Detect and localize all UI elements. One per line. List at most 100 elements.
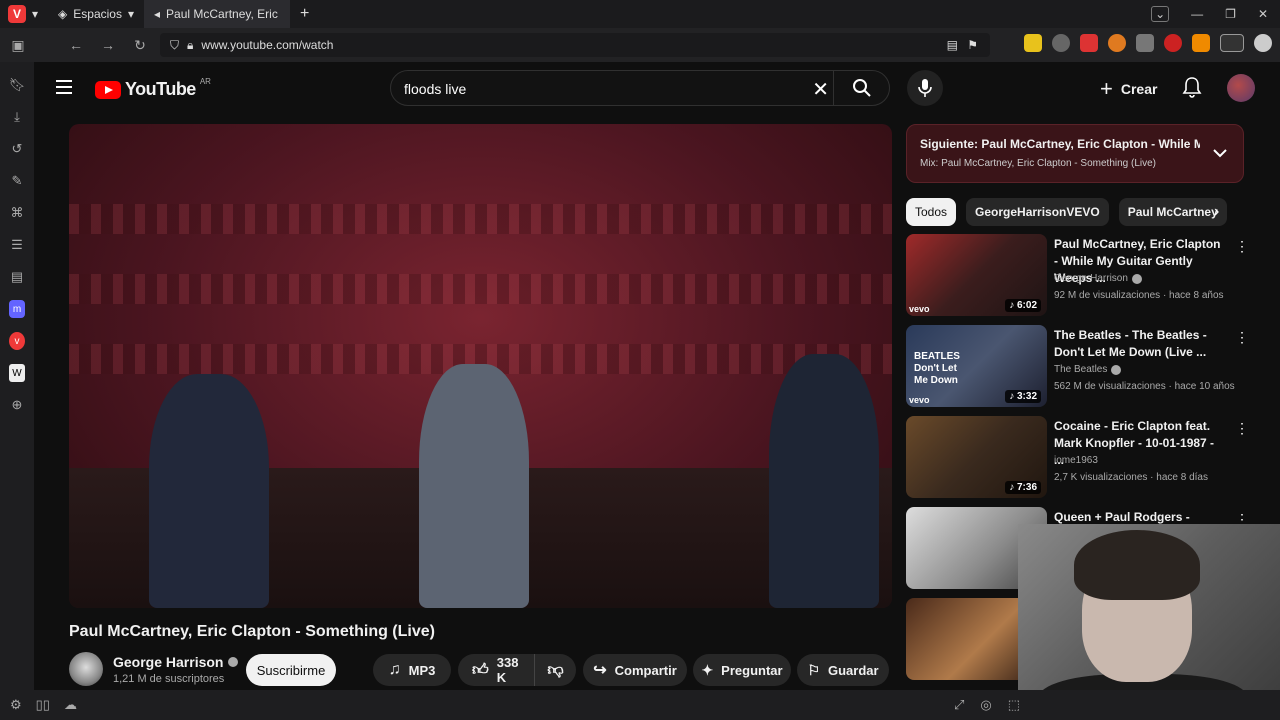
sync-cloud-icon[interactable]: ☁ xyxy=(64,697,77,713)
vivaldi-panel-icon[interactable]: v xyxy=(9,332,25,350)
save-button[interactable]: ⚐ Guardar xyxy=(797,654,889,686)
back-icon[interactable]: ← xyxy=(60,37,92,53)
recommendation-channel[interactable]: iome1963 xyxy=(1054,455,1098,466)
video-thumbnail[interactable]: ♪ 7:36 xyxy=(906,416,1047,498)
voice-search-button[interactable] xyxy=(907,70,943,106)
address-field[interactable]: ⛉ 🔒︎ www.youtube.com/watch ▤ ⚑ xyxy=(160,33,990,57)
up-next-subtitle: Mix: Paul McCartney, Eric Clapton - Some… xyxy=(920,158,1157,169)
resize-icon[interactable]: ⤢ xyxy=(954,697,964,713)
extension-play-icon[interactable] xyxy=(1192,34,1210,52)
record-icon[interactable] xyxy=(1164,34,1182,52)
history-panel-icon[interactable]: ↺ xyxy=(9,140,25,158)
extension-red-icon[interactable] xyxy=(1080,34,1098,52)
share-button[interactable]: ↪ Compartir xyxy=(583,654,687,686)
recommendation-item[interactable]: vevo ♪ 6:02 Paul McCartney, Eric Clapton… xyxy=(906,234,1276,318)
panel-toggle-icon[interactable]: ▣ xyxy=(2,37,34,54)
recommendation-channel[interactable]: The Beatles xyxy=(1054,364,1122,375)
search-box[interactable]: floods live ✕ xyxy=(390,70,890,106)
mastodon-icon[interactable]: m xyxy=(9,300,25,318)
like-button[interactable]: 👍︎ 338 K xyxy=(458,654,534,686)
more-options-icon[interactable]: ⋮ xyxy=(1235,420,1249,437)
translate-panel-icon[interactable]: ⌘ xyxy=(9,204,25,222)
extension-orange-icon[interactable] xyxy=(1108,34,1126,52)
downloads-panel-icon[interactable]: ⤓ xyxy=(9,108,25,126)
chip-todos[interactable]: Todos xyxy=(906,198,957,226)
recommendation-channel-text[interactable]: The Beatles xyxy=(1054,364,1107,375)
chip-georgeharrisonvevo[interactable]: GeorgeHarrisonVEVO xyxy=(966,198,1109,226)
more-options-icon[interactable]: ⋮ xyxy=(1235,238,1249,255)
new-tab-button[interactable]: + xyxy=(290,0,319,28)
channel-name[interactable]: George Harrison xyxy=(113,654,239,670)
browser-tab-strip: V ▾ ◈ Espacios ▾ ◂ Paul McCartney, Eric … xyxy=(0,0,1280,28)
url-text[interactable]: www.youtube.com/watch xyxy=(201,38,333,52)
bookmarks-panel-icon[interactable]: 🔖︎ xyxy=(9,76,26,94)
recommendation-channel-text[interactable]: iome1963 xyxy=(1054,455,1098,466)
channel-name-text[interactable]: George Harrison xyxy=(113,654,223,670)
address-toolbar: ▣ ← → ↻ ⛉ 🔒︎ www.youtube.com/watch ▤ ⚑ xyxy=(0,28,1280,62)
up-next-panel[interactable]: Siguiente: Paul McCartney, Eric Clapton … xyxy=(906,124,1244,183)
video-thumbnail[interactable]: vevo ♪ 6:02 xyxy=(906,234,1047,316)
clear-search-icon[interactable]: ✕ xyxy=(812,77,829,102)
chips-next-icon[interactable]: › xyxy=(1214,203,1219,221)
subscribe-button[interactable]: Suscribirme xyxy=(246,654,336,686)
notes-panel-icon[interactable]: ✎ xyxy=(9,172,25,190)
profile-icon[interactable] xyxy=(1254,34,1272,52)
close-window-icon[interactable]: ✕ xyxy=(1258,7,1268,21)
dislike-button[interactable]: 👎︎ xyxy=(534,654,576,686)
workspaces-label[interactable]: Espacios xyxy=(73,7,122,21)
recommendation-item[interactable]: ♪ 7:36 Cocaine - Eric Clapton feat. Mark… xyxy=(906,416,1276,500)
channel-avatar[interactable] xyxy=(69,652,103,686)
video-thumbnail[interactable]: BEATLES Don't Let Me Down vevo ♪ 3:32 xyxy=(906,325,1047,407)
wikipedia-icon[interactable]: W xyxy=(9,364,25,382)
capture-icon[interactable]: ◎ xyxy=(980,697,991,713)
mp3-label: MP3 xyxy=(408,662,436,678)
extension-eye-icon[interactable] xyxy=(1052,34,1070,52)
workspaces-icon: ◈ xyxy=(58,7,68,21)
browser-tab-active[interactable]: ◂ Paul McCartney, Eric Clapton xyxy=(144,0,290,28)
workspaces[interactable]: V ▾ ◈ Espacios ▾ xyxy=(0,0,134,28)
bookmark-icon[interactable]: ⚑ xyxy=(967,38,978,52)
recommendation-item[interactable]: BEATLES Don't Let Me Down vevo ♪ 3:32 The … xyxy=(906,325,1276,409)
search-input[interactable]: floods live xyxy=(404,81,466,97)
extension-yellow-icon[interactable] xyxy=(1024,34,1042,52)
ask-button[interactable]: ✦ Preguntar xyxy=(693,654,791,686)
like-count: 338 K xyxy=(496,655,519,685)
page-actions-icon[interactable]: ⬚ xyxy=(1008,697,1020,713)
recommendation-title[interactable]: The Beatles - The Beatles - Don't Let Me… xyxy=(1054,327,1226,361)
add-panel-icon[interactable]: ⊕ xyxy=(9,396,25,414)
create-button[interactable]: + Crear xyxy=(1100,76,1157,102)
tiling-icon[interactable]: ▯▯ xyxy=(36,697,50,713)
up-next-title[interactable]: Siguiente: Paul McCartney, Eric Clapton … xyxy=(920,137,1200,151)
forward-icon[interactable]: → xyxy=(92,37,124,53)
more-options-icon[interactable]: ⋮ xyxy=(1235,329,1249,346)
music-note-icon: ♪ xyxy=(1009,391,1015,402)
vpn-icon[interactable] xyxy=(1220,34,1244,52)
video-player[interactable] xyxy=(69,124,892,608)
youtube-logo[interactable]: YouTube AR xyxy=(95,77,211,100)
guide-menu-icon[interactable] xyxy=(56,80,72,94)
restore-icon[interactable]: ❐ xyxy=(1225,7,1236,21)
settings-icon[interactable]: ⚙ xyxy=(10,697,22,713)
thumbs-down-icon: 👎︎ xyxy=(547,661,564,679)
reading-list-icon[interactable]: ☰ xyxy=(9,236,25,254)
workspaces-chevron-icon[interactable]: ▾ xyxy=(128,7,134,21)
site-info-icon[interactable]: ⛉ xyxy=(170,38,179,53)
bell-icon xyxy=(1182,77,1202,98)
notifications-button[interactable] xyxy=(1182,76,1202,103)
reader-icon[interactable]: ▤ xyxy=(947,38,958,52)
account-avatar[interactable] xyxy=(1227,74,1255,102)
tabs-dropdown-icon[interactable]: ⌄ xyxy=(1151,6,1170,22)
mp3-button[interactable]: ♫ MP3 xyxy=(373,654,451,686)
minimize-icon[interactable]: — xyxy=(1191,7,1203,21)
mail-panel-icon[interactable]: ▤ xyxy=(9,268,25,286)
video-frame-musician xyxy=(769,354,879,608)
menu-chevron-icon[interactable]: ▾ xyxy=(32,7,38,21)
extension-gray-icon[interactable] xyxy=(1136,34,1154,52)
recommendation-channel[interactable]: George Harrison xyxy=(1054,273,1142,284)
vivaldi-logo-icon[interactable]: V xyxy=(8,5,26,23)
reload-icon[interactable]: ↻ xyxy=(124,37,156,54)
chip-paul-mccartney[interactable]: Paul McCartney xyxy=(1118,198,1227,226)
recommendation-channel-text[interactable]: George Harrison xyxy=(1054,273,1128,284)
search-button[interactable] xyxy=(833,71,889,105)
chevron-down-icon[interactable] xyxy=(1213,145,1227,163)
